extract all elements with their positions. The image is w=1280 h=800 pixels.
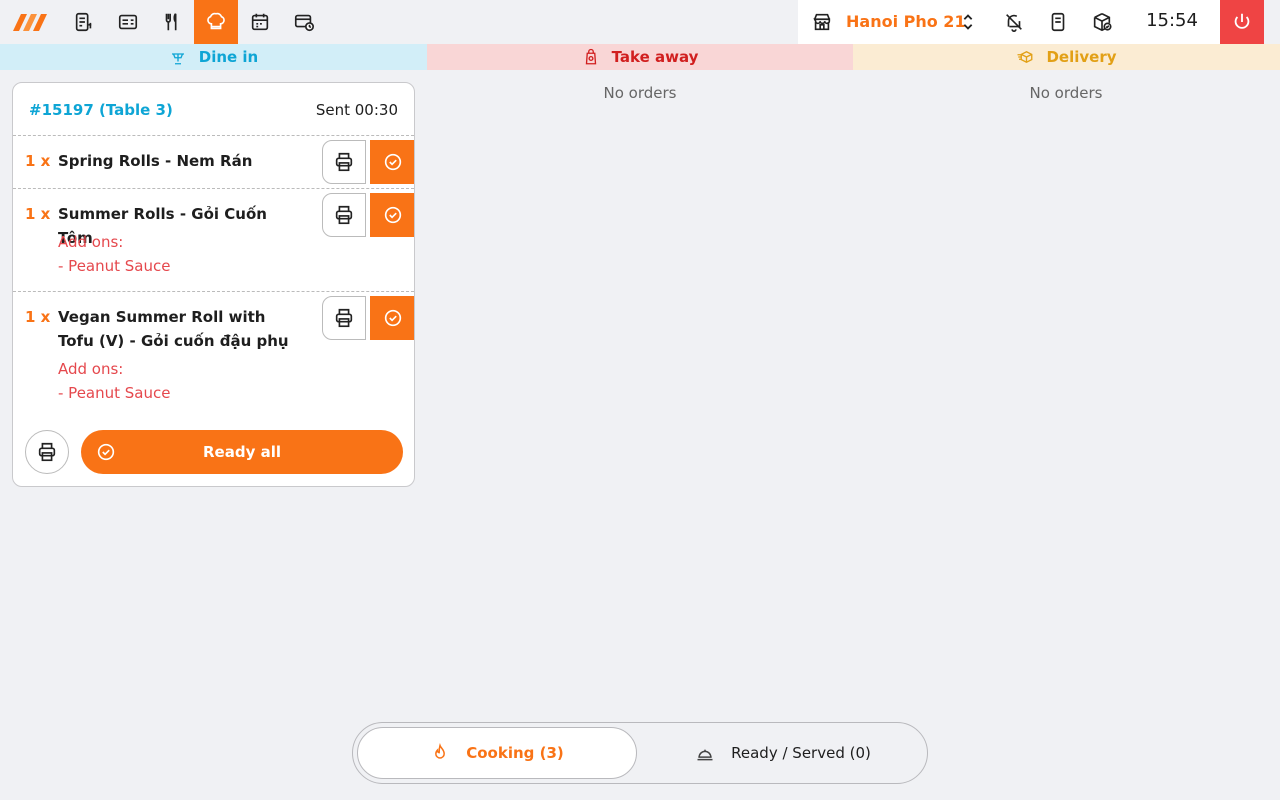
chef-hat-icon[interactable] bbox=[194, 0, 238, 44]
category-label: Delivery bbox=[1046, 48, 1117, 66]
item-quantity: 1 x bbox=[25, 308, 51, 326]
clock: 15:54 bbox=[1146, 10, 1198, 31]
order-card-header: #15197 (Table 3) Sent 00:30 bbox=[13, 83, 414, 136]
order-item: 1 x Spring Rolls - Nem Rán bbox=[13, 136, 414, 189]
store-icon bbox=[798, 0, 846, 44]
ready-all-label: Ready all bbox=[203, 443, 281, 461]
cutlery-icon[interactable] bbox=[150, 0, 194, 44]
mark-item-ready-button[interactable] bbox=[370, 296, 414, 340]
takeaway-bag-icon bbox=[585, 48, 596, 65]
order-item: 1 x Vegan Summer Roll with Tofu (V) - Gỏ… bbox=[13, 292, 414, 420]
print-item-button[interactable] bbox=[322, 193, 366, 237]
print-order-button[interactable] bbox=[25, 430, 69, 474]
category-label: Dine in bbox=[198, 48, 259, 66]
store-switch-icon[interactable] bbox=[948, 0, 988, 44]
sent-timer: Sent 00:30 bbox=[315, 101, 398, 119]
receipt-icon[interactable] bbox=[1036, 0, 1080, 44]
addon-entry: - Peanut Sauce bbox=[58, 384, 171, 402]
delivery-empty-text: No orders bbox=[1029, 84, 1103, 102]
check-circle-icon bbox=[384, 309, 401, 327]
card-clock-icon[interactable] bbox=[282, 0, 326, 44]
addons-label: Add ons: bbox=[58, 360, 124, 378]
print-item-button[interactable] bbox=[322, 296, 366, 340]
check-circle-icon bbox=[384, 153, 401, 171]
category-label: Take away bbox=[611, 48, 699, 66]
addons-label: Add ons: bbox=[58, 233, 124, 251]
flame-icon bbox=[435, 743, 446, 759]
store-panel: Hanoi Pho 21 15:54 bbox=[798, 0, 1220, 44]
ready-served-tab[interactable]: Ready / Served (0) bbox=[643, 727, 923, 779]
check-circle-icon bbox=[97, 443, 115, 461]
item-name: Spring Rolls - Nem Rán bbox=[58, 152, 253, 170]
delivery-box-icon bbox=[1017, 50, 1033, 64]
addon-entry: - Peanut Sauce bbox=[58, 257, 171, 275]
dining-table-icon bbox=[171, 53, 184, 65]
order-card: #15197 (Table 3) Sent 00:30 1 x Spring R… bbox=[12, 82, 415, 487]
item-name: Vegan Summer Roll with Tofu (V) - Gỏi cu… bbox=[58, 308, 289, 350]
cloche-icon bbox=[697, 749, 713, 761]
order-id[interactable]: #15197 (Table 3) bbox=[29, 101, 173, 119]
category-delivery[interactable]: Delivery bbox=[853, 44, 1280, 70]
ready-all-button[interactable]: Ready all bbox=[81, 430, 403, 474]
category-dine-in[interactable]: Dine in bbox=[0, 44, 427, 70]
power-icon[interactable] bbox=[1220, 0, 1264, 44]
item-quantity: 1 x bbox=[25, 152, 51, 170]
printer-icon bbox=[335, 152, 353, 172]
menu-list-icon[interactable] bbox=[106, 0, 150, 44]
cooking-tab[interactable]: Cooking (3) bbox=[357, 727, 637, 779]
order-list-icon[interactable] bbox=[62, 0, 106, 44]
calendar-icon[interactable] bbox=[238, 0, 282, 44]
printer-icon bbox=[38, 442, 56, 462]
status-toggle: Cooking (3) Ready / Served (0) bbox=[352, 722, 928, 784]
mark-item-ready-button[interactable] bbox=[370, 193, 414, 237]
print-item-button[interactable] bbox=[322, 140, 366, 184]
printer-icon bbox=[335, 205, 353, 225]
category-take-away[interactable]: Take away bbox=[427, 44, 853, 70]
mark-item-ready-button[interactable] bbox=[370, 140, 414, 184]
printer-icon bbox=[335, 308, 353, 328]
ready-served-tab-label: Ready / Served (0) bbox=[731, 744, 871, 762]
package-check-icon[interactable] bbox=[1080, 0, 1124, 44]
bell-off-icon[interactable] bbox=[992, 0, 1036, 44]
order-item: 1 x Summer Rolls - Gỏi Cuốn Tôm Add ons:… bbox=[13, 189, 414, 292]
check-circle-icon bbox=[384, 206, 401, 224]
kitchen-logo-icon[interactable] bbox=[8, 6, 54, 38]
item-quantity: 1 x bbox=[25, 205, 51, 223]
cooking-tab-label: Cooking (3) bbox=[466, 744, 564, 762]
take-away-empty-text: No orders bbox=[603, 84, 677, 102]
top-bar: Hanoi Pho 21 15:54 bbox=[0, 0, 1280, 44]
